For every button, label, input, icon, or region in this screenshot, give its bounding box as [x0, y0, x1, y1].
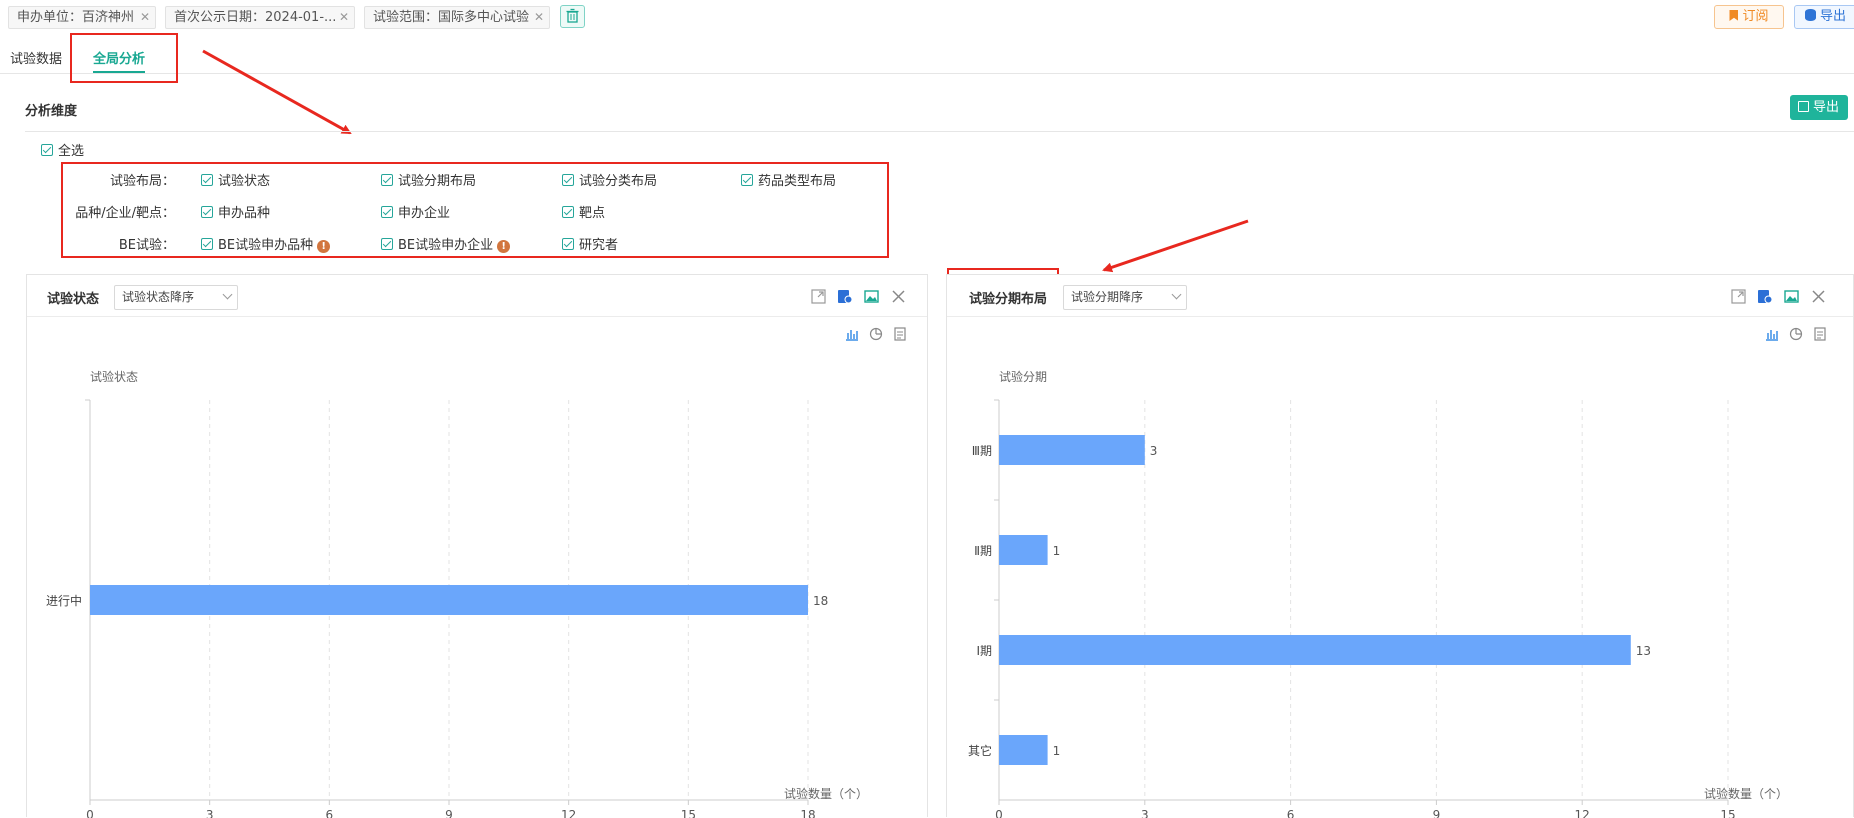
export-button[interactable]: 导出 [1790, 95, 1848, 120]
section-title: 分析维度 [25, 104, 78, 119]
option-investigator[interactable]: 研究者 [562, 234, 618, 253]
checkbox-icon [381, 238, 393, 250]
x-axis-title: 试验数量（个） [784, 786, 868, 801]
phase-layout-bar-chart: 试验分期0 3 6 9 12 15试验数量（个）3Ⅲ期1Ⅱ期13Ⅰ期1其它 [968, 369, 1788, 818]
option-label: 药品类型布局 [758, 174, 837, 189]
checkbox-icon [201, 238, 213, 250]
chart-panel-trial-status: 试验状态 试验状态降序 试验状态 0 3 6 9 12 15 18 试验数量（个） 18 进行中 [26, 274, 928, 818]
checkbox-icon [562, 206, 574, 218]
option-category-layout[interactable]: 试验分类布局 [562, 170, 657, 189]
data-label: 1 [1053, 744, 1061, 758]
option-label: 试验分期布局 [398, 174, 477, 189]
x-axis-title: 试验数量（个） [1704, 786, 1788, 801]
y-tick-label: 进行中 [46, 593, 82, 608]
bar [999, 635, 1631, 665]
option-phase-layout[interactable]: 试验分期布局 [381, 170, 476, 189]
divider [25, 131, 1854, 132]
option-label: BE试验申办品种 [218, 238, 314, 253]
option-label: 试验状态 [218, 174, 271, 189]
bar [999, 735, 1048, 765]
external-link-icon [1798, 101, 1809, 112]
info-icon[interactable]: ! [317, 240, 331, 253]
option-label: 申办企业 [398, 206, 451, 221]
option-target[interactable]: 靶点 [562, 202, 605, 221]
row-label-layout: 试验布局： [109, 174, 175, 189]
checkbox-icon [381, 206, 393, 218]
checkbox-icon [41, 144, 53, 156]
data-label: 13 [1636, 644, 1651, 658]
info-icon[interactable]: ! [497, 240, 511, 253]
option-label: 靶点 [579, 206, 606, 221]
select-all-checkbox[interactable]: 全选 [41, 140, 84, 159]
y-axis-title: 试验状态 [90, 369, 138, 384]
option-be-variety[interactable]: BE试验申办品种! [201, 234, 331, 253]
option-trial-status[interactable]: 试验状态 [201, 170, 270, 189]
checkbox-icon [201, 174, 213, 186]
y-tick-label: Ⅱ期 [974, 544, 992, 558]
data-label: 1 [1053, 544, 1061, 558]
select-all-label: 全选 [58, 144, 85, 159]
option-label: BE试验申办企业 [398, 238, 494, 253]
checkbox-icon [381, 174, 393, 186]
data-label: 18 [813, 594, 828, 608]
row-label-variety: 品种/企业/靶点： [75, 206, 175, 221]
bar [999, 535, 1048, 565]
checkbox-icon [201, 206, 213, 218]
bar [999, 435, 1145, 465]
export-label: 导出 [1813, 100, 1840, 115]
y-axis-title: 试验分期 [999, 369, 1047, 384]
annotation-arrow [202, 49, 352, 135]
checkbox-icon [741, 174, 753, 186]
option-label: 申办品种 [218, 206, 271, 221]
bar [90, 585, 808, 615]
option-sponsor-company[interactable]: 申办企业 [381, 202, 450, 221]
row-label-be: BE试验： [118, 238, 175, 253]
y-tick-label: Ⅰ期 [976, 644, 992, 658]
chart-panel-phase-layout: 试验分期布局 试验分期降序 试验分期 0 3 6 9 12 15 试验数量（个） 3 Ⅲ期 1 Ⅱ期 1… [946, 274, 1854, 818]
option-sponsor-variety[interactable]: 申办品种 [201, 202, 270, 221]
checkbox-icon [562, 238, 574, 250]
checkbox-icon [562, 174, 574, 186]
option-be-company[interactable]: BE试验申办企业! [381, 234, 511, 253]
y-tick-label: 其它 [968, 743, 992, 758]
annotation-arrow [1102, 219, 1249, 273]
option-label: 试验分类布局 [579, 174, 658, 189]
option-label: 研究者 [579, 238, 619, 253]
y-tick-label: Ⅲ期 [972, 444, 992, 458]
option-drug-type-layout[interactable]: 药品类型布局 [741, 170, 836, 189]
data-label: 3 [1150, 444, 1158, 458]
trial-status-bar-chart: 试验状态0 3 6 9 12 15 18试验数量（个）18进行中 [46, 369, 868, 818]
